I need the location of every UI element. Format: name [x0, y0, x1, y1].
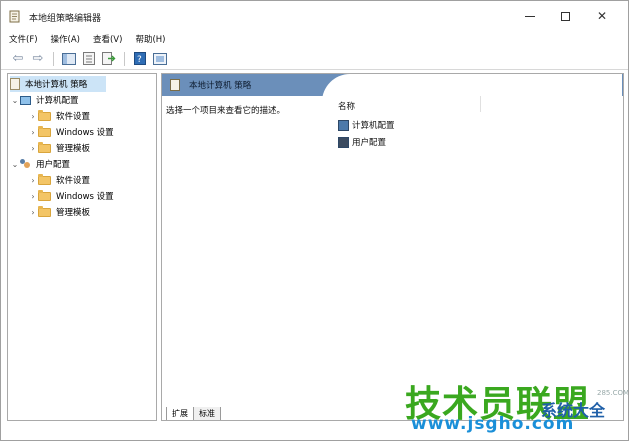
show-hide-tree-button[interactable]: [60, 50, 78, 68]
tree-item-label: 软件设置: [56, 176, 91, 186]
console-tree-icon: [62, 52, 76, 65]
computer-icon: [20, 95, 31, 105]
view-icon: [153, 52, 167, 65]
help-button[interactable]: ?: [131, 50, 149, 68]
chevron-down-icon[interactable]: ⌄: [10, 160, 20, 169]
tree-item-computer-windows-settings[interactable]: › Windows 设置: [28, 124, 114, 140]
back-button[interactable]: ⇦: [9, 50, 27, 68]
minimize-icon: [525, 15, 535, 17]
chevron-right-icon[interactable]: ›: [28, 192, 38, 201]
details-header-title: 本地计算机 策略: [189, 81, 252, 91]
chevron-right-icon[interactable]: ›: [28, 144, 38, 153]
details-pane[interactable]: 本地计算机 策略 选择一个项目来查看它的描述。 名称 计算机配置 用户配置 扩展…: [161, 73, 624, 421]
folder-icon: [38, 141, 51, 153]
column-divider[interactable]: [480, 96, 481, 112]
tree-item-label: 管理模板: [56, 208, 91, 218]
menu-action[interactable]: 操作(A): [51, 33, 80, 45]
tree-item-label: 软件设置: [56, 112, 91, 122]
forward-arrow-icon: ⇨: [32, 51, 44, 66]
list-item-user-config[interactable]: 用户配置: [338, 135, 386, 149]
app-icon: [9, 10, 20, 23]
tree-item-label: 计算机配置: [36, 96, 79, 106]
description-text: 选择一个项目来查看它的描述。: [166, 106, 286, 116]
maximize-button[interactable]: [550, 5, 580, 27]
users-icon: [20, 159, 31, 169]
maximize-icon: [560, 11, 570, 21]
computer-config-icon: [338, 119, 349, 131]
menu-file[interactable]: 文件(F): [9, 33, 38, 45]
tab-standard[interactable]: 标准: [193, 407, 221, 420]
minimize-button[interactable]: [515, 5, 545, 27]
tree-item-computer-config[interactable]: ⌄ 计算机配置: [10, 92, 79, 108]
list-item-computer-config[interactable]: 计算机配置: [338, 118, 395, 132]
toolbar-separator: [53, 51, 54, 66]
export-icon: [102, 52, 116, 65]
tree-item-computer-software-settings[interactable]: › 软件设置: [28, 108, 90, 124]
header-decoration: [322, 74, 622, 114]
tree-item-computer-admin-templates[interactable]: › 管理模板: [28, 140, 90, 156]
user-config-icon: [338, 136, 349, 148]
folder-icon: [38, 173, 51, 185]
help-icon: ?: [134, 52, 146, 65]
policy-icon: [170, 79, 180, 91]
close-button[interactable]: ✕: [587, 5, 617, 27]
properties-button[interactable]: [80, 50, 98, 68]
svg-text:?: ?: [137, 55, 142, 65]
folder-icon: [38, 109, 51, 121]
chevron-down-icon[interactable]: ⌄: [10, 96, 20, 105]
view-button[interactable]: [151, 50, 169, 68]
properties-icon: [83, 52, 95, 65]
toolbar-separator: [124, 51, 125, 66]
menu-view[interactable]: 查看(V): [93, 33, 122, 45]
folder-icon: [38, 205, 51, 217]
chevron-right-icon[interactable]: ›: [28, 112, 38, 121]
list-item-label: 计算机配置: [352, 121, 395, 131]
tree-item-label: 用户配置: [36, 160, 71, 170]
close-icon: ✕: [596, 9, 608, 23]
tree-item-local-computer-policy[interactable]: 本地计算机 策略: [10, 76, 106, 92]
tree-item-label: 管理模板: [56, 144, 91, 154]
policy-icon: [10, 78, 20, 90]
export-list-button[interactable]: [100, 50, 118, 68]
tree-item-user-config[interactable]: ⌄ 用户配置: [10, 156, 70, 172]
back-arrow-icon: ⇦: [12, 51, 24, 66]
tab-extended[interactable]: 扩展: [166, 407, 194, 420]
column-header-name[interactable]: 名称: [338, 100, 355, 112]
toolbar: ⇦ ⇨ ?: [1, 48, 628, 70]
folder-icon: [38, 125, 51, 137]
title-bar[interactable]: 本地组策略编辑器 ✕: [1, 1, 628, 31]
window-title: 本地组策略编辑器: [29, 14, 102, 24]
tree-item-label: 本地计算机 策略: [25, 80, 88, 90]
watermark-small-text: 285.COM: [597, 389, 629, 397]
tree-item-label: Windows 设置: [56, 128, 114, 138]
watermark: 技术员联盟 系统大全 285.COM www.jsgho.com: [401, 371, 629, 439]
tree-item-user-software-settings[interactable]: › 软件设置: [28, 172, 90, 188]
chevron-right-icon[interactable]: ›: [28, 128, 38, 137]
forward-button[interactable]: ⇨: [29, 50, 47, 68]
list-item-label: 用户配置: [352, 138, 387, 148]
console-tree-pane[interactable]: 本地计算机 策略 ⌄ 计算机配置 › 软件设置 › Windows 设置 › 管…: [7, 73, 157, 421]
group-policy-editor-window: 本地组策略编辑器 ✕ 文件(F) 操作(A) 查看(V) 帮助(H) ⇦ ⇨ ?: [0, 0, 629, 441]
watermark-url: www.jsgho.com: [411, 414, 575, 434]
menu-bar: 文件(F) 操作(A) 查看(V) 帮助(H): [1, 31, 628, 47]
tree-item-label: Windows 设置: [56, 192, 114, 202]
chevron-right-icon[interactable]: ›: [28, 176, 38, 185]
chevron-right-icon[interactable]: ›: [28, 208, 38, 217]
folder-icon: [38, 189, 51, 201]
tree-item-user-admin-templates[interactable]: › 管理模板: [28, 204, 90, 220]
menu-help[interactable]: 帮助(H): [135, 33, 165, 45]
tree-item-user-windows-settings[interactable]: › Windows 设置: [28, 188, 114, 204]
